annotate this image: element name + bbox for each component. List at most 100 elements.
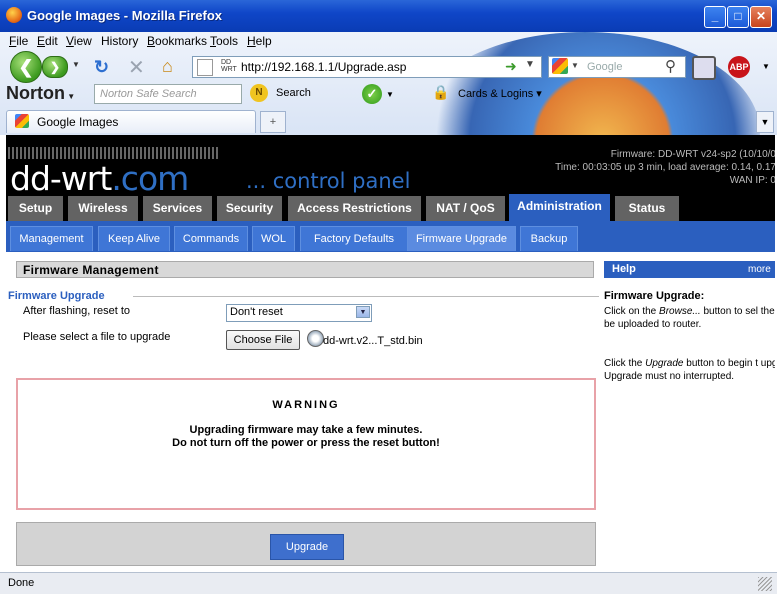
check-dropdown-icon[interactable]: ▼ — [386, 90, 394, 99]
google-icon[interactable] — [552, 58, 568, 74]
close-button[interactable]: ✕ — [750, 6, 772, 28]
search-icon[interactable]: ⚲ — [665, 57, 676, 75]
warning-line-1: Upgrading firmware may take a few minute… — [189, 424, 423, 436]
reload-icon[interactable]: ↻ — [94, 57, 109, 78]
window-titlebar: Google Images - Mozilla Firefox _ □ ✕ — [0, 0, 777, 32]
norton-search-button[interactable]: N Search — [250, 83, 320, 103]
menu-file-label: ile — [16, 34, 29, 48]
adblock-dropdown-icon[interactable]: ▼ — [762, 62, 770, 71]
menu-view-accel: V — [66, 34, 74, 48]
norton-logo-text: Norton — [6, 83, 65, 103]
maximize-button[interactable]: □ — [727, 6, 749, 28]
tab-administration[interactable]: Administration — [509, 194, 610, 221]
tab-services[interactable]: Services — [143, 196, 212, 221]
url-text[interactable]: http://192.168.1.1/Upgrade.asp — [241, 60, 406, 74]
router-info: Firmware: DD-WRT v24-sp2 (10/10/0 Time: … — [486, 148, 775, 187]
tab-list-button[interactable]: ▼ — [756, 111, 774, 133]
tab-security[interactable]: Security — [217, 196, 282, 221]
url-bar[interactable]: DD WRT http://192.168.1.1/Upgrade.asp ➜ … — [192, 56, 542, 78]
menu-history[interactable]: History — [101, 34, 138, 48]
lock-icon: 🔒 — [432, 84, 450, 100]
legend-divider — [133, 296, 599, 297]
window-title: Google Images - Mozilla Firefox — [27, 8, 223, 23]
adblock-icon[interactable]: ABP — [728, 56, 750, 78]
forward-arrow-icon: ❯ — [49, 60, 61, 74]
help-more-link[interactable]: more — [748, 261, 771, 278]
choose-file-button[interactable]: Choose File — [226, 330, 300, 350]
menu-bookmarks[interactable]: Bookmarks — [147, 34, 207, 48]
subtab-management[interactable]: Management — [10, 226, 93, 251]
cards-logins-text: Cards & Logins — [458, 88, 534, 100]
new-tab-button[interactable]: + — [260, 111, 286, 133]
back-arrow-icon: ❮ — [18, 57, 34, 77]
page-content: dd-wrt.com ... control panel Firmware: D… — [6, 135, 775, 572]
subtab-factory-defaults[interactable]: Factory Defaults — [300, 226, 408, 251]
forward-button[interactable]: ❯ — [42, 56, 68, 78]
menu-edit[interactable]: Edit — [37, 34, 58, 48]
minimize-button[interactable]: _ — [704, 6, 726, 28]
menu-file[interactable]: File — [9, 34, 28, 48]
menu-bookmarks-accel: B — [147, 34, 156, 48]
menu-tools-label: ools — [216, 34, 239, 48]
site-favicon: DD WRT — [221, 59, 237, 73]
chevron-down-icon: ▼ — [356, 306, 370, 318]
menu-view-label: iew — [73, 34, 92, 48]
status-bar: Done — [0, 572, 777, 594]
control-panel-title: ... control panel — [246, 169, 411, 193]
cards-logins-label: Cards & Logins ▾ — [458, 88, 542, 100]
engine-dropdown-icon[interactable]: ▼ — [571, 61, 579, 70]
help-paragraph-1: Click on the Browse... button to sel the… — [604, 305, 775, 331]
resize-grip[interactable] — [758, 577, 772, 591]
warning-title: WARNING — [272, 399, 340, 411]
norton-search-placeholder: Norton Safe Search — [100, 88, 197, 100]
home-icon[interactable]: ⌂ — [162, 56, 173, 77]
fieldset-legend: Firmware Upgrade — [8, 290, 105, 302]
tab-access-restrictions[interactable]: Access Restrictions — [288, 196, 421, 221]
help-p2-text-a: Click the — [604, 358, 646, 369]
subtab-wol[interactable]: WOL — [252, 226, 295, 251]
tab-status[interactable]: Status — [615, 196, 679, 221]
menu-help-label: elp — [255, 34, 272, 48]
sub-tabs: Management Keep Alive Commands WOL Facto… — [6, 221, 775, 252]
subtab-keep-alive[interactable]: Keep Alive — [98, 226, 170, 251]
status-text: Done — [8, 577, 35, 589]
button-bar: Upgrade — [16, 522, 596, 566]
norton-search-icon: N — [250, 84, 268, 102]
tab-setup[interactable]: Setup — [8, 196, 63, 221]
file-label: Please select a file to upgrade — [23, 331, 171, 343]
subtab-commands[interactable]: Commands — [174, 226, 248, 251]
go-arrow-icon[interactable]: ➜ — [505, 58, 517, 75]
history-dropdown-icon[interactable]: ▼ — [72, 60, 80, 69]
help-p1-text-a: Click on the — [604, 306, 660, 317]
search-placeholder[interactable]: Google — [587, 61, 622, 73]
warning-box: WARNING Upgrading firmware may take a fe… — [16, 378, 596, 510]
tab-nat-qos[interactable]: NAT / QoS — [426, 196, 505, 221]
help-title: Help — [612, 263, 636, 275]
tab-wireless[interactable]: Wireless — [68, 196, 138, 221]
menu-edit-label: dit — [45, 34, 58, 48]
menu-tools[interactable]: Tools — [210, 34, 238, 48]
url-dropdown-icon[interactable]: ▼ — [525, 59, 535, 70]
header-stripes — [8, 147, 218, 159]
bookmark-icon[interactable] — [692, 56, 716, 80]
back-button[interactable]: ❮ — [10, 51, 42, 83]
menu-help[interactable]: Help — [247, 34, 272, 48]
stop-icon[interactable]: ✕ — [128, 55, 145, 80]
norton-search-input[interactable]: Norton Safe Search — [94, 84, 242, 104]
norton-check-icon[interactable]: ✓ — [362, 84, 382, 104]
help-paragraph-2: Click the Upgrade button to begin t upgr… — [604, 357, 775, 383]
reset-select[interactable]: Don't reset ▼ — [226, 304, 372, 322]
wan-ip: WAN IP: 0 — [729, 175, 775, 186]
norton-dropdown-icon: ▼ — [64, 92, 76, 101]
firefox-icon — [6, 7, 22, 23]
norton-search-label: Search — [276, 87, 311, 99]
upgrade-button[interactable]: Upgrade — [270, 534, 344, 560]
search-box[interactable]: ▼ Google ⚲ — [548, 56, 686, 78]
menu-view[interactable]: View — [66, 34, 92, 48]
browser-tab[interactable]: Google Images — [6, 110, 256, 133]
subtab-firmware-upgrade[interactable]: Firmware Upgrade — [407, 226, 516, 251]
norton-logo[interactable]: Norton ▼ — [6, 83, 75, 104]
subtab-backup[interactable]: Backup — [520, 226, 578, 251]
firmware-version: Firmware: DD-WRT v24-sp2 (10/10/0 — [610, 149, 775, 160]
ddwrt-logo: dd-wrt.com — [10, 159, 189, 198]
